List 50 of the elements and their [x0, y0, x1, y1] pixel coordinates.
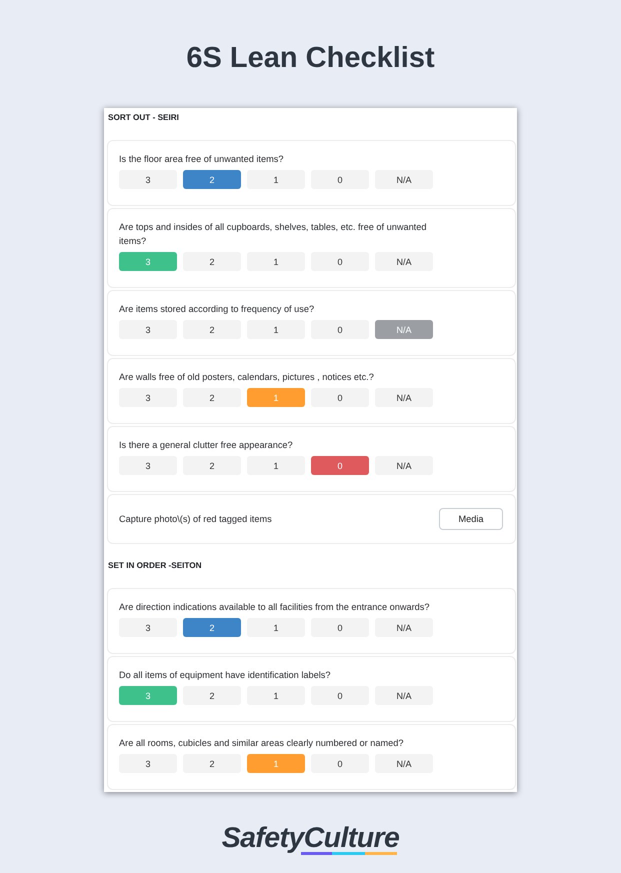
score-option[interactable]: 0: [311, 388, 369, 407]
score-option[interactable]: 2: [183, 686, 241, 705]
score-option[interactable]: 0: [311, 320, 369, 339]
brand-logo: SafetyCulture: [222, 823, 400, 853]
score-option[interactable]: 0: [311, 754, 369, 773]
score-option[interactable]: 3: [119, 456, 177, 475]
score-option[interactable]: 2: [183, 618, 241, 637]
score-option[interactable]: N/A: [375, 754, 433, 773]
score-option[interactable]: 2: [183, 754, 241, 773]
score-option[interactable]: N/A: [375, 170, 433, 189]
score-option[interactable]: N/A: [375, 618, 433, 637]
score-option[interactable]: N/A: [375, 252, 433, 271]
score-option[interactable]: 0: [311, 686, 369, 705]
score-option[interactable]: 3: [119, 388, 177, 407]
question-text: Do all items of equipment have identification labels?: [119, 669, 332, 682]
score-option[interactable]: 0: [311, 252, 369, 271]
score-option[interactable]: 3: [119, 170, 177, 189]
media-prompt-text: Capture photo\(s) of red tagged items: [119, 514, 272, 524]
score-option[interactable]: 2: [183, 252, 241, 271]
score-option[interactable]: N/A: [375, 686, 433, 705]
score-option[interactable]: 2: [183, 320, 241, 339]
score-option[interactable]: 2: [183, 388, 241, 407]
score-option[interactable]: 1: [247, 252, 305, 271]
score-option[interactable]: 1: [247, 456, 305, 475]
question-text: Are items stored according to frequency of use?: [119, 303, 316, 316]
section-heading: SORT OUT - SEIRI: [108, 113, 180, 123]
question-text: Are tops and insides of all cupboards, shelves, tables, etc. free of unwanted items?: [119, 221, 428, 248]
score-option[interactable]: 1: [247, 320, 305, 339]
media-button[interactable]: Media: [439, 508, 503, 530]
question-text: Are direction indications available to all facilities from the entrance onwards?: [119, 601, 430, 614]
score-option[interactable]: 1: [247, 618, 305, 637]
score-option[interactable]: 2: [183, 170, 241, 189]
question-text: Are all rooms, cubicles and similar areas clearly numbered or named?: [119, 737, 404, 750]
score-option[interactable]: 3: [119, 320, 177, 339]
score-option[interactable]: N/A: [375, 388, 433, 407]
question-text: Is there a general clutter free appearance?: [119, 439, 294, 452]
section-heading: SET IN ORDER -SEITON: [108, 561, 203, 571]
score-option[interactable]: N/A: [375, 456, 433, 475]
score-option[interactable]: 3: [119, 618, 177, 637]
score-option[interactable]: 0: [311, 456, 369, 475]
stripe-underline-icon: [301, 852, 398, 855]
score-option[interactable]: 1: [247, 170, 305, 189]
score-option[interactable]: 0: [311, 618, 369, 637]
score-option[interactable]: 1: [247, 686, 305, 705]
score-option[interactable]: 2: [183, 456, 241, 475]
score-option[interactable]: 3: [119, 754, 177, 773]
score-option[interactable]: 0: [311, 170, 369, 189]
page-title: 6S Lean Checklist: [186, 41, 435, 76]
question-text: Is the floor area free of unwanted items?: [119, 153, 284, 166]
question-text: Are walls free of old posters, calendars, pictures , notices etc.?: [119, 371, 375, 384]
